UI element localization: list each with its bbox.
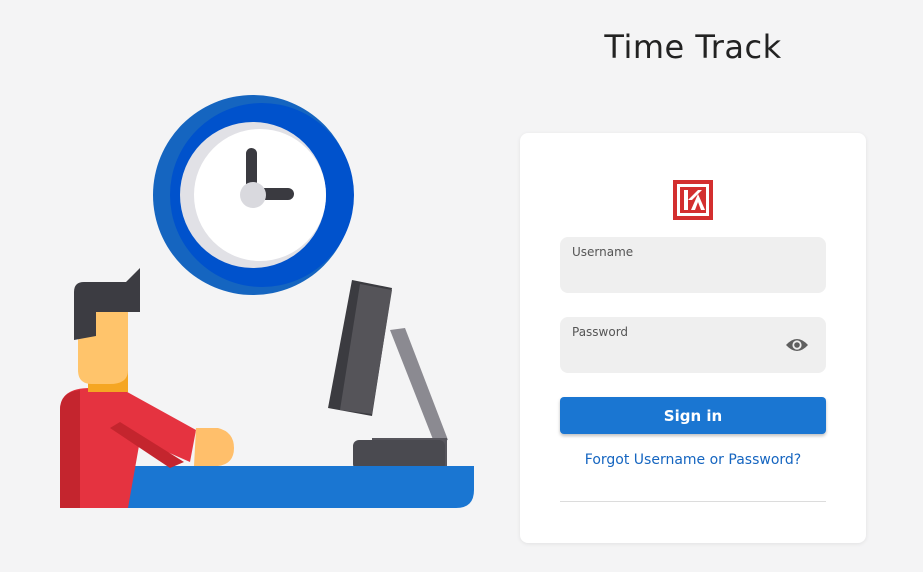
- eye-icon: [786, 339, 808, 351]
- password-field[interactable]: Password: [560, 317, 826, 373]
- monitor-icon: [328, 280, 448, 470]
- clock-icon: [153, 95, 354, 295]
- desk: [120, 466, 474, 508]
- app-title: Time Track: [604, 28, 782, 66]
- password-label: Password: [572, 325, 629, 339]
- time-tracking-illustration: [60, 95, 474, 508]
- username-input[interactable]: [572, 263, 782, 285]
- login-card: Username Password Sign in Forgot Usernam…: [520, 133, 866, 543]
- sign-in-button[interactable]: Sign in: [560, 397, 826, 434]
- username-field[interactable]: Username: [560, 237, 826, 293]
- password-visibility-toggle[interactable]: [784, 333, 810, 357]
- forgot-credentials-link[interactable]: Forgot Username or Password?: [560, 452, 826, 468]
- ka-logo-icon: [673, 180, 713, 220]
- password-input[interactable]: [572, 343, 782, 365]
- username-label: Username: [572, 245, 634, 259]
- divider: [560, 501, 826, 502]
